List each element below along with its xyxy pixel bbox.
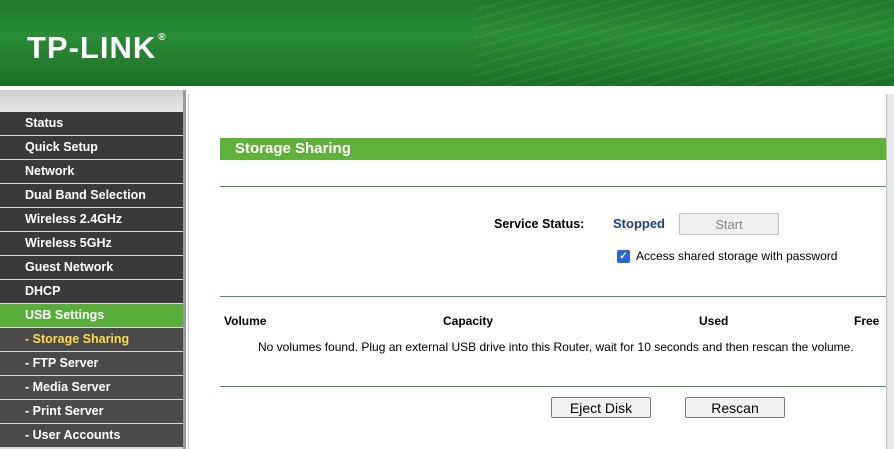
service-status-label: Service Status: bbox=[494, 217, 585, 231]
sidebar-item-status[interactable]: Status bbox=[0, 112, 183, 135]
sidebar-item-dual-band-selection[interactable]: Dual Band Selection bbox=[0, 184, 183, 207]
rescan-button[interactable]: Rescan bbox=[685, 397, 785, 418]
sidebar-subitem-print-server[interactable]: - Print Server bbox=[0, 400, 183, 423]
sidebar-subitem-media-server[interactable]: - Media Server bbox=[0, 376, 183, 399]
sidebar-item-network[interactable]: Network bbox=[0, 160, 183, 183]
empty-volume-message: No volumes found. Plug an external USB d… bbox=[258, 340, 854, 354]
sidebar-item-wireless-2-4ghz[interactable]: Wireless 2.4GHz bbox=[0, 208, 183, 231]
column-header-used: Used bbox=[699, 314, 729, 328]
password-access-checkbox[interactable]: ✓ bbox=[617, 250, 630, 263]
sidebar-item-dhcp[interactable]: DHCP bbox=[0, 280, 183, 303]
sidebar-scroll-edge bbox=[183, 90, 186, 449]
section-divider-top bbox=[220, 186, 886, 187]
sidebar-menu: Status Quick Setup Network Dual Band Sel… bbox=[0, 112, 183, 448]
tp-link-logo: TP-LINK ® bbox=[27, 30, 167, 65]
column-header-capacity: Capacity bbox=[443, 314, 494, 328]
sidebar-item-usb-settings[interactable]: USB Settings bbox=[0, 304, 183, 327]
sidebar-subitem-ftp-server[interactable]: - FTP Server bbox=[0, 352, 183, 375]
section-divider-middle bbox=[220, 296, 886, 297]
sidebar-top-bar bbox=[0, 90, 186, 113]
sidebar-item-quick-setup[interactable]: Quick Setup bbox=[0, 136, 183, 159]
eject-disk-button[interactable]: Eject Disk bbox=[551, 397, 651, 418]
sidebar-item-guest-network[interactable]: Guest Network bbox=[0, 256, 183, 279]
sidebar-subitem-storage-sharing[interactable]: - Storage Sharing bbox=[0, 328, 183, 351]
page-title: Storage Sharing bbox=[220, 138, 886, 160]
password-access-label: Access shared storage with password bbox=[636, 249, 838, 263]
start-button[interactable]: Start bbox=[679, 213, 779, 235]
sidebar-subitem-user-accounts[interactable]: - User Accounts bbox=[0, 424, 183, 447]
sidebar-item-wireless-5ghz[interactable]: Wireless 5GHz bbox=[0, 232, 183, 255]
section-divider-bottom bbox=[220, 386, 886, 387]
vertical-scrollbar[interactable] bbox=[886, 94, 894, 449]
column-header-volume: Volume bbox=[224, 314, 267, 328]
sidebar: Status Quick Setup Network Dual Band Sel… bbox=[0, 90, 186, 449]
header-banner: TP-LINK ® bbox=[0, 0, 894, 86]
column-header-free: Free bbox=[854, 314, 880, 328]
service-status-value: Stopped bbox=[613, 216, 665, 231]
